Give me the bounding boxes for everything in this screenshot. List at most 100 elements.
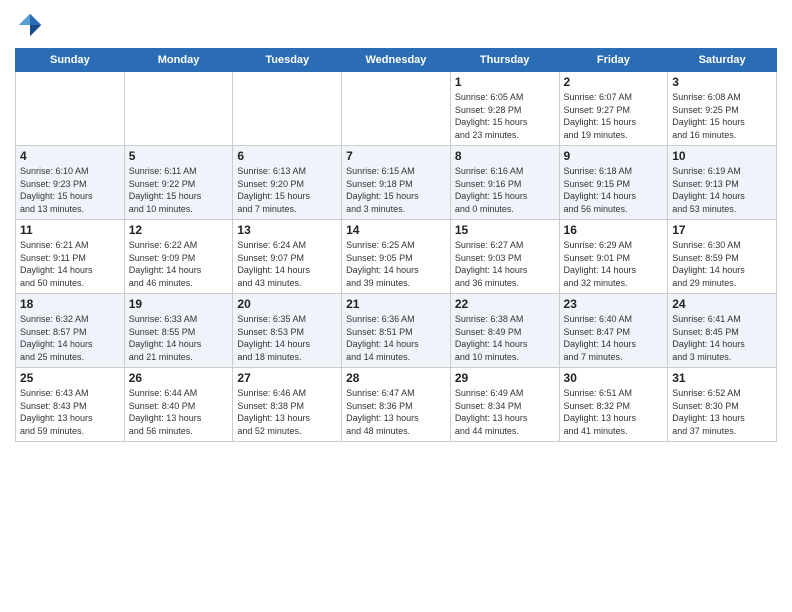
day-cell: 11 Sunrise: 6:21 AMSunset: 9:11 PMDayligh… (16, 220, 125, 294)
day-cell: 18 Sunrise: 6:32 AMSunset: 8:57 PMDayligh… (16, 294, 125, 368)
day-info: Sunrise: 6:22 AMSunset: 9:09 PMDaylight:… (129, 239, 229, 289)
calendar-table: SundayMondayTuesdayWednesdayThursdayFrid… (15, 48, 777, 442)
day-info: Sunrise: 6:43 AMSunset: 8:43 PMDaylight:… (20, 387, 120, 437)
day-cell: 16 Sunrise: 6:29 AMSunset: 9:01 PMDayligh… (559, 220, 668, 294)
day-cell: 20Sunrise: 6:35 AMSunset: 8:53 PMDayligh… (233, 294, 342, 368)
day-info: Sunrise: 6:15 AMSunset: 9:18 PMDaylight:… (346, 165, 446, 215)
day-info: Sunrise: 6:33 AMSunset: 8:55 PMDaylight:… (129, 313, 229, 363)
day-cell: 2 Sunrise: 6:07 AMSunset: 9:27 PMDaylight… (559, 72, 668, 146)
day-cell: 31 Sunrise: 6:52 AMSunset: 8:30 PMDayligh… (668, 368, 777, 442)
day-info: Sunrise: 6:46 AMSunset: 8:38 PMDaylight:… (237, 387, 337, 437)
day-number: 30 (564, 371, 664, 385)
day-number: 24 (672, 297, 772, 311)
col-header-saturday: Saturday (668, 49, 777, 72)
day-info: Sunrise: 6:18 AMSunset: 9:15 PMDaylight:… (564, 165, 664, 215)
day-cell: 12Sunrise: 6:22 AMSunset: 9:09 PMDayligh… (124, 220, 233, 294)
day-cell: 23Sunrise: 6:40 AMSunset: 8:47 PMDayligh… (559, 294, 668, 368)
day-info: Sunrise: 6:29 AMSunset: 9:01 PMDaylight:… (564, 239, 664, 289)
day-number: 6 (237, 149, 337, 163)
day-number: 4 (20, 149, 120, 163)
day-number: 11 (20, 223, 120, 237)
day-info: Sunrise: 6:52 AMSunset: 8:30 PMDaylight:… (672, 387, 772, 437)
day-cell: 29 Sunrise: 6:49 AMSunset: 8:34 PMDayligh… (450, 368, 559, 442)
day-cell: 13 Sunrise: 6:24 AMSunset: 9:07 PMDayligh… (233, 220, 342, 294)
day-number: 14 (346, 223, 446, 237)
day-cell: 8Sunrise: 6:16 AMSunset: 9:16 PMDaylight… (450, 146, 559, 220)
day-cell: 6 Sunrise: 6:13 AMSunset: 9:20 PMDaylight… (233, 146, 342, 220)
day-cell: 10 Sunrise: 6:19 AMSunset: 9:13 PMDayligh… (668, 146, 777, 220)
week-row-3: 11 Sunrise: 6:21 AMSunset: 9:11 PMDayligh… (16, 220, 777, 294)
day-number: 13 (237, 223, 337, 237)
day-info: Sunrise: 6:27 AMSunset: 9:03 PMDaylight:… (455, 239, 555, 289)
day-info: Sunrise: 6:24 AMSunset: 9:07 PMDaylight:… (237, 239, 337, 289)
day-number: 7 (346, 149, 446, 163)
day-number: 1 (455, 75, 555, 89)
day-number: 26 (129, 371, 229, 385)
day-cell: 14 Sunrise: 6:25 AMSunset: 9:05 PMDayligh… (342, 220, 451, 294)
day-info: Sunrise: 6:07 AMSunset: 9:27 PMDaylight:… (564, 91, 664, 141)
day-info: Sunrise: 6:21 AMSunset: 9:11 PMDaylight:… (20, 239, 120, 289)
col-header-monday: Monday (124, 49, 233, 72)
day-cell: 19 Sunrise: 6:33 AMSunset: 8:55 PMDayligh… (124, 294, 233, 368)
day-number: 25 (20, 371, 120, 385)
day-number: 31 (672, 371, 772, 385)
week-row-1: 1 Sunrise: 6:05 AMSunset: 9:28 PMDaylight… (16, 72, 777, 146)
week-row-4: 18 Sunrise: 6:32 AMSunset: 8:57 PMDayligh… (16, 294, 777, 368)
logo (15, 10, 49, 40)
day-number: 20 (237, 297, 337, 311)
day-number: 19 (129, 297, 229, 311)
day-info: Sunrise: 6:13 AMSunset: 9:20 PMDaylight:… (237, 165, 337, 215)
day-number: 10 (672, 149, 772, 163)
day-number: 18 (20, 297, 120, 311)
col-header-tuesday: Tuesday (233, 49, 342, 72)
day-number: 2 (564, 75, 664, 89)
day-number: 22 (455, 297, 555, 311)
day-cell (124, 72, 233, 146)
day-number: 27 (237, 371, 337, 385)
day-cell: 15 Sunrise: 6:27 AMSunset: 9:03 PMDayligh… (450, 220, 559, 294)
day-info: Sunrise: 6:30 AMSunset: 8:59 PMDaylight:… (672, 239, 772, 289)
day-info: Sunrise: 6:08 AMSunset: 9:25 PMDaylight:… (672, 91, 772, 141)
day-cell: 30 Sunrise: 6:51 AMSunset: 8:32 PMDayligh… (559, 368, 668, 442)
day-info: Sunrise: 6:36 AMSunset: 8:51 PMDaylight:… (346, 313, 446, 363)
day-cell: 21 Sunrise: 6:36 AMSunset: 8:51 PMDayligh… (342, 294, 451, 368)
day-info: Sunrise: 6:19 AMSunset: 9:13 PMDaylight:… (672, 165, 772, 215)
day-info: Sunrise: 6:10 AMSunset: 9:23 PMDaylight:… (20, 165, 120, 215)
day-info: Sunrise: 6:49 AMSunset: 8:34 PMDaylight:… (455, 387, 555, 437)
day-info: Sunrise: 6:05 AMSunset: 9:28 PMDaylight:… (455, 91, 555, 141)
day-info: Sunrise: 6:11 AMSunset: 9:22 PMDaylight:… (129, 165, 229, 215)
day-cell: 4 Sunrise: 6:10 AMSunset: 9:23 PMDaylight… (16, 146, 125, 220)
day-cell: 1 Sunrise: 6:05 AMSunset: 9:28 PMDaylight… (450, 72, 559, 146)
day-number: 15 (455, 223, 555, 237)
day-number: 21 (346, 297, 446, 311)
day-info: Sunrise: 6:32 AMSunset: 8:57 PMDaylight:… (20, 313, 120, 363)
day-info: Sunrise: 6:41 AMSunset: 8:45 PMDaylight:… (672, 313, 772, 363)
day-number: 8 (455, 149, 555, 163)
day-info: Sunrise: 6:44 AMSunset: 8:40 PMDaylight:… (129, 387, 229, 437)
day-cell: 5 Sunrise: 6:11 AMSunset: 9:22 PMDaylight… (124, 146, 233, 220)
day-number: 16 (564, 223, 664, 237)
day-cell: 24 Sunrise: 6:41 AMSunset: 8:45 PMDayligh… (668, 294, 777, 368)
day-cell: 25 Sunrise: 6:43 AMSunset: 8:43 PMDayligh… (16, 368, 125, 442)
day-cell: 17Sunrise: 6:30 AMSunset: 8:59 PMDayligh… (668, 220, 777, 294)
day-number: 28 (346, 371, 446, 385)
day-info: Sunrise: 6:51 AMSunset: 8:32 PMDaylight:… (564, 387, 664, 437)
day-cell: 27 Sunrise: 6:46 AMSunset: 8:38 PMDayligh… (233, 368, 342, 442)
col-header-wednesday: Wednesday (342, 49, 451, 72)
day-cell (233, 72, 342, 146)
logo-icon (15, 10, 45, 40)
day-number: 3 (672, 75, 772, 89)
day-cell: 7 Sunrise: 6:15 AMSunset: 9:18 PMDaylight… (342, 146, 451, 220)
page-container: SundayMondayTuesdayWednesdayThursdayFrid… (0, 0, 792, 452)
day-cell: 26 Sunrise: 6:44 AMSunset: 8:40 PMDayligh… (124, 368, 233, 442)
day-info: Sunrise: 6:25 AMSunset: 9:05 PMDaylight:… (346, 239, 446, 289)
week-row-5: 25 Sunrise: 6:43 AMSunset: 8:43 PMDayligh… (16, 368, 777, 442)
day-number: 5 (129, 149, 229, 163)
day-number: 29 (455, 371, 555, 385)
day-number: 9 (564, 149, 664, 163)
col-header-friday: Friday (559, 49, 668, 72)
col-header-thursday: Thursday (450, 49, 559, 72)
day-number: 23 (564, 297, 664, 311)
page-header (15, 10, 777, 40)
day-info: Sunrise: 6:47 AMSunset: 8:36 PMDaylight:… (346, 387, 446, 437)
